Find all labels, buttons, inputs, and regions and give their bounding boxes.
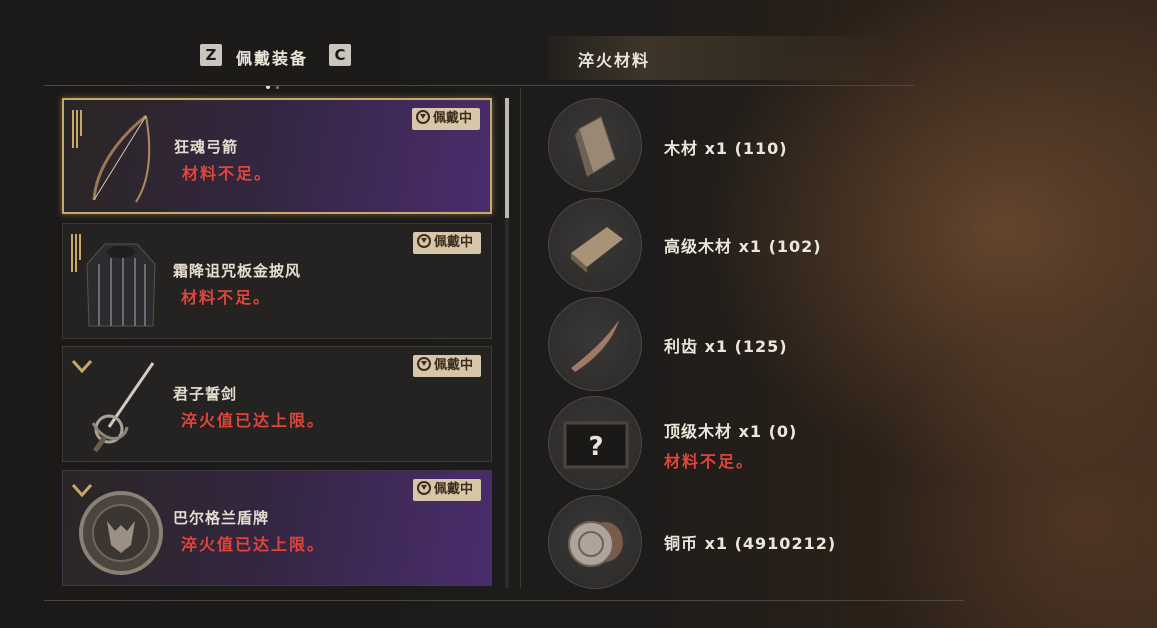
material-label: 高级木材 x1 (102) [664, 237, 822, 256]
item-name: 巴尔格兰盾牌 [173, 509, 270, 527]
shield-icon [79, 491, 163, 575]
badge-label: 佩戴中 [433, 482, 473, 497]
page-dot [276, 86, 279, 89]
equipped-icon [415, 110, 430, 124]
equipment-item-cloak[interactable]: 霜降诅咒板金披风 材料不足。 佩戴中 [62, 223, 492, 339]
material-label: 铜币 x1 (4910212) [664, 534, 837, 553]
wood-icon [575, 116, 616, 177]
item-name: 君子誓剑 [173, 385, 238, 403]
divider [44, 85, 914, 86]
material-slot[interactable] [548, 297, 642, 391]
equipped-badge: 佩戴中 [412, 479, 481, 501]
material-slot[interactable] [548, 98, 642, 192]
equipped-badge: 佩戴中 [412, 355, 481, 377]
badge-label: 佩戴中 [432, 111, 472, 126]
item-status: 材料不足。 [181, 288, 272, 307]
item-status: 淬火值已达上限。 [181, 535, 326, 554]
item-status: 材料不足。 [182, 164, 273, 183]
material-label: 顶级木材 x1 (0) [664, 422, 798, 441]
next-tab-key[interactable]: C [329, 44, 351, 66]
plank-icon [571, 227, 623, 273]
material-slot[interactable] [548, 495, 642, 589]
equipped-icon [416, 234, 431, 248]
svg-text:?: ? [588, 432, 603, 462]
top-bar: Z 佩戴装备 C 淬火材料 [0, 0, 1157, 89]
equipment-item-sword[interactable]: 君子誓剑 淬火值已达上限。 佩戴中 [62, 346, 492, 462]
fang-icon [571, 320, 619, 372]
tab-tempering-materials[interactable]: 淬火材料 [578, 47, 650, 71]
tab-equipped-gear[interactable]: 佩戴装备 [236, 45, 308, 69]
equipped-icon [416, 481, 431, 495]
material-status: 材料不足。 [664, 452, 755, 471]
divider [520, 88, 521, 588]
coins-icon [568, 521, 623, 567]
item-name: 狂魂弓箭 [174, 138, 239, 156]
equipped-icon [416, 357, 431, 371]
prev-tab-key[interactable]: Z [200, 44, 222, 66]
material-label: 利齿 x1 (125) [664, 337, 788, 356]
cloak-icon [86, 243, 156, 327]
page-indicator [266, 74, 285, 93]
material-label: 木材 x1 (110) [664, 139, 788, 158]
bow-icon [92, 114, 151, 203]
equipment-item-bow[interactable]: 狂魂弓箭 材料不足。 佩戴中 [62, 98, 492, 214]
equipped-badge: 佩戴中 [411, 108, 480, 130]
equipped-badge: 佩戴中 [412, 232, 481, 254]
rapier-icon [91, 362, 155, 453]
material-slot[interactable]: ? [548, 396, 642, 490]
equipment-item-shield[interactable]: 巴尔格兰盾牌 淬火值已达上限。 佩戴中 [62, 470, 492, 586]
badge-label: 佩戴中 [433, 235, 473, 250]
badge-label: 佩戴中 [433, 358, 473, 373]
unknown-item-icon: ? [563, 421, 629, 469]
scrollbar-thumb[interactable] [505, 98, 509, 218]
divider [44, 600, 964, 601]
material-slot[interactable] [548, 198, 642, 292]
item-name: 霜降诅咒板金披风 [173, 262, 302, 280]
item-status: 淬火值已达上限。 [181, 411, 326, 430]
